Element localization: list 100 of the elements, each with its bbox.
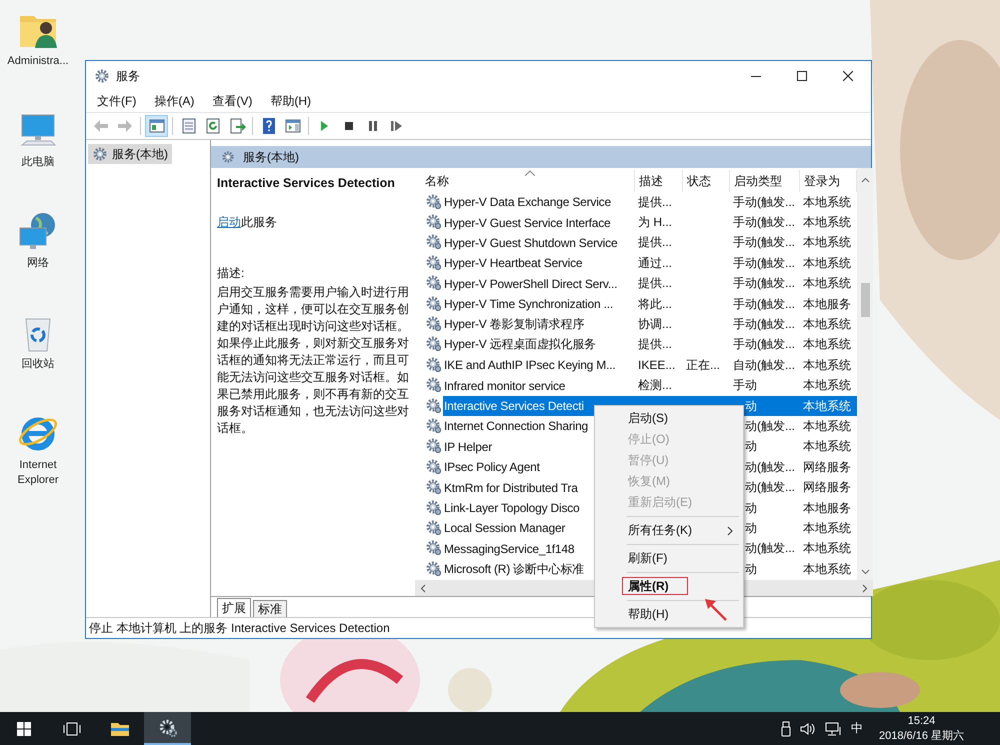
column-header[interactable]: 启动类型 — [730, 170, 800, 192]
column-header[interactable]: 状态 — [683, 170, 730, 192]
table-cell-text: 手动(触发... — [732, 336, 796, 354]
table-cell[interactable]: Infrared monitor service — [443, 376, 635, 396]
table-cell-text: 本地系统 — [802, 254, 852, 272]
menu-item[interactable]: 操作(A) — [149, 91, 200, 112]
table-cell-text: 本地系统 — [802, 540, 852, 558]
clock-time: 15:24 — [908, 714, 936, 728]
annotation-arrow — [703, 596, 729, 622]
table-cell-text: 手动(触发... — [732, 296, 796, 313]
table-cell-text: 本地系统 — [802, 194, 852, 211]
play-icon — [321, 121, 328, 131]
gear-icon — [425, 376, 441, 392]
volume-icon[interactable] — [799, 720, 817, 736]
table-cell[interactable]: Hyper-V Time Synchronization ... — [443, 294, 635, 314]
table-cell-text: 动(触发... — [744, 479, 796, 496]
scrollbar-thumb[interactable] — [860, 283, 870, 317]
vertical-scrollbar[interactable] — [857, 168, 873, 580]
table-cell[interactable]: Hyper-V 卷影复制请求程序 — [443, 314, 635, 335]
table-cell-text: 自动(触发... — [732, 356, 796, 374]
menu-item[interactable]: 属性(R) — [597, 576, 741, 597]
menu-item[interactable]: 所有任务(K) — [597, 520, 741, 541]
table-cell-text: 本地系统 — [802, 520, 852, 537]
service-title: Interactive Services Detection — [217, 176, 396, 190]
menu-item[interactable]: 帮助(H) — [265, 91, 316, 112]
table-cell-text: 检测... — [637, 377, 674, 394]
table-cell-text: 本地系统 — [802, 214, 852, 232]
usb-drive-icon[interactable] — [781, 720, 791, 736]
desktop-icon-label[interactable]: 网络 — [1, 256, 75, 271]
action-sentence: 启动此服务 — [217, 214, 278, 231]
scroll-right-icon[interactable] — [860, 584, 869, 592]
stop-icon — [344, 122, 352, 130]
table-cell-text: 将此... — [637, 296, 674, 313]
table-cell-text: 正在... — [685, 356, 722, 374]
table-cell: 本地系统 — [800, 396, 857, 416]
menu-item[interactable]: 刷新(F) — [597, 548, 741, 569]
desktop-icon-label[interactable]: Internet Explorer — [1, 458, 75, 488]
table-cell-text: 动 — [744, 500, 758, 517]
export-icon — [228, 117, 246, 135]
resume-icon — [391, 121, 402, 131]
pause-icon — [368, 121, 376, 131]
table-cell-text: 手动(触发... — [732, 234, 796, 252]
gear-icon — [425, 254, 441, 270]
table-cell-text: 通过... — [637, 254, 674, 272]
gear-icon — [425, 478, 441, 494]
scroll-up-icon[interactable] — [860, 176, 870, 185]
table-cell-text: 手动(触发... — [732, 254, 796, 272]
gear-icon — [425, 458, 441, 474]
input-method-indicator[interactable]: 中 — [851, 720, 863, 737]
table-cell-text: 本地系统 — [802, 356, 852, 374]
console-tree-button[interactable] — [145, 115, 168, 137]
table-cell-text: 动(触发... — [744, 540, 796, 558]
table-cell-text: 本地系统 — [802, 275, 852, 292]
clock[interactable]: 15:24 2018/6/16 星期六 — [879, 714, 964, 744]
table-cell-text: 手动(触发... — [732, 214, 796, 232]
table-cell[interactable]: Hyper-V Guest Service Interface — [443, 212, 635, 233]
table-cell[interactable]: Hyper-V Heartbeat Service — [443, 253, 635, 274]
gear-icon — [425, 335, 441, 352]
gear-icon — [425, 274, 441, 290]
table-cell-text: 协调... — [637, 316, 674, 334]
table-cell-text: 本地系统 — [802, 438, 852, 456]
menu-item[interactable]: 文件(F) — [92, 91, 142, 112]
table-cell-text: 本地系统 — [802, 336, 852, 354]
start-link[interactable]: 启动 — [217, 215, 241, 229]
table-cell[interactable]: Hyper-V PowerShell Direct Serv... — [443, 274, 635, 294]
gear-icon — [425, 539, 441, 556]
desktop-icon-label[interactable]: 此电脑 — [1, 155, 75, 170]
column-header[interactable]: 描述 — [635, 170, 683, 192]
menu-item[interactable]: 查看(V) — [207, 91, 258, 112]
table-cell-text: 本地系统 — [802, 234, 852, 252]
tree-item[interactable]: 服务(本地) — [88, 144, 172, 164]
table-cell-text: 本地系统 — [802, 377, 852, 394]
column-header[interactable]: 名称 — [425, 170, 635, 192]
tab[interactable]: 扩展 — [217, 598, 251, 617]
gear-icon — [425, 416, 441, 433]
action-pane-icon — [284, 117, 302, 135]
table-cell[interactable]: IKE and AuthIP IPsec Keying M... — [443, 355, 635, 376]
desktop-icon-label[interactable]: 回收站 — [1, 357, 75, 372]
desktop-icon-label[interactable]: Administra... — [1, 54, 75, 69]
table-cell-text: 为 H... — [637, 214, 674, 232]
scroll-down-icon[interactable] — [860, 567, 870, 576]
table-cell[interactable]: Hyper-V Guest Shutdown Service — [443, 232, 635, 254]
tab[interactable]: 标准 — [253, 600, 287, 617]
console-tree-icon — [148, 117, 166, 135]
network-icon[interactable] — [825, 720, 843, 736]
gear-icon — [425, 498, 441, 515]
gear-icon — [92, 146, 108, 162]
table-cell-text: 提供... — [637, 194, 674, 211]
gear-icon — [425, 518, 441, 535]
gear-icon — [425, 396, 441, 413]
table-cell-text: 动(触发... — [744, 418, 796, 435]
gear-icon — [425, 356, 441, 372]
window-title: 服务 — [116, 68, 141, 84]
table-cell[interactable]: Hyper-V 远程桌面虚拟化服务 — [443, 334, 635, 356]
services-taskbar-button[interactable] — [144, 712, 191, 745]
table-cell[interactable]: Hyper-V Data Exchange Service — [443, 192, 635, 212]
table-cell-text: 网络服务 — [802, 458, 852, 476]
scroll-left-icon[interactable] — [419, 584, 428, 592]
gear-icon — [425, 233, 441, 250]
description-label: 描述: — [217, 265, 246, 282]
